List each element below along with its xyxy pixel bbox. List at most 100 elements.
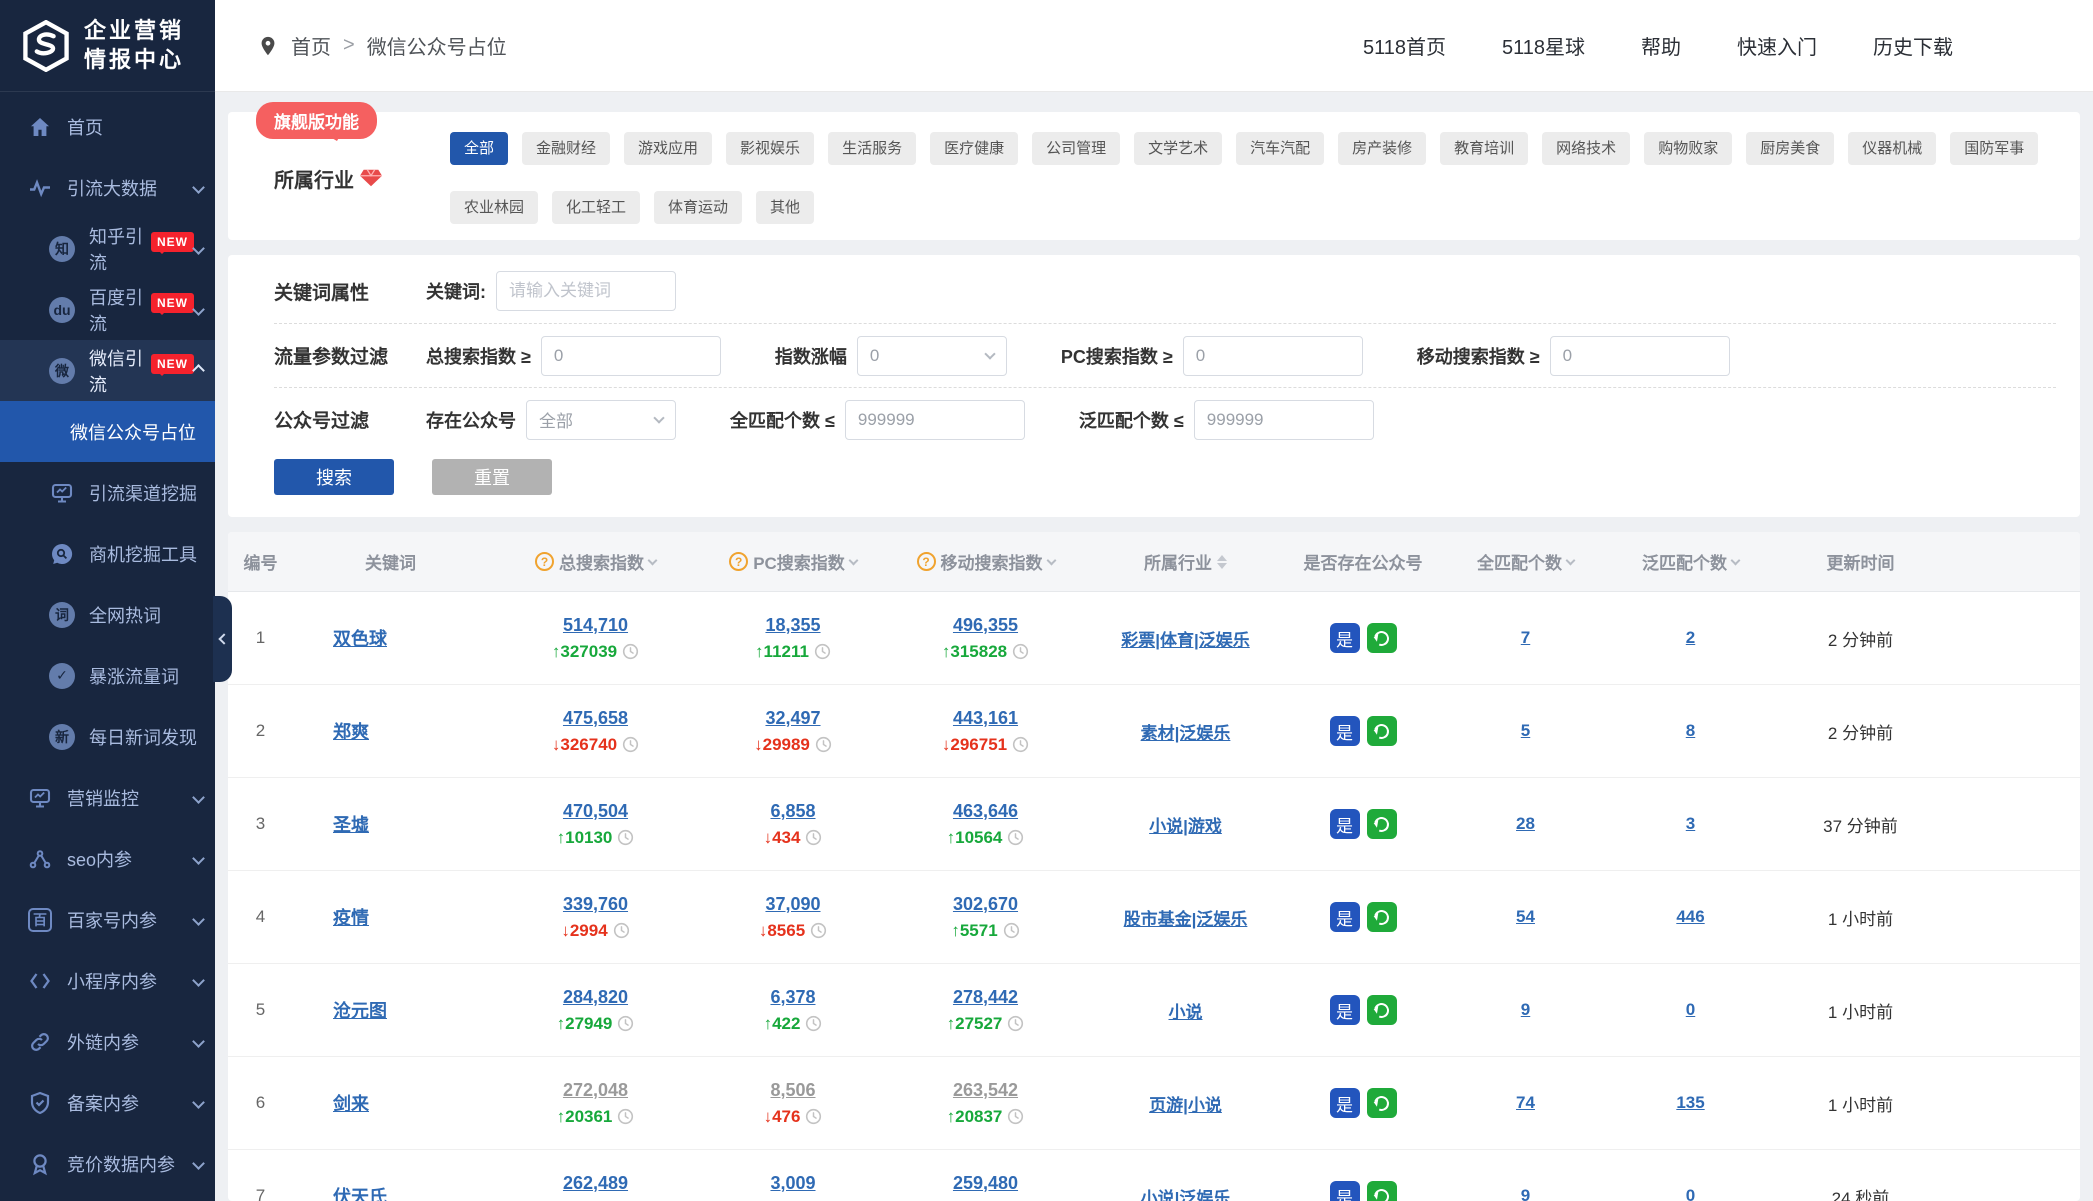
industry-tag-7[interactable]: 文学艺术 [1134,132,1222,165]
topnav-link-history-download[interactable]: 历史下载 [1873,31,1953,60]
pc-search-index-link[interactable]: 18,355 [765,615,820,636]
pc-search-index-link[interactable]: 6,858 [770,801,815,822]
industry-tag-8[interactable]: 汽车汽配 [1236,132,1324,165]
sidebar-item-zhihu-traffic[interactable]: 知知乎引流NEW [0,218,215,279]
industry-tag-2[interactable]: 游戏应用 [624,132,712,165]
keyword-link[interactable]: 疫情 [333,904,369,930]
keyword-link[interactable]: 圣墟 [333,811,369,837]
full-match-count-link[interactable]: 9 [1521,1000,1530,1020]
sidebar-item-wechat-traffic[interactable]: 微微信引流NEW [0,340,215,401]
sidebar-item-business-mining-tools[interactable]: 商机挖掘工具 [0,523,215,584]
column-header-5[interactable]: 所属行业 [1088,549,1283,574]
breadcrumb-home-link[interactable]: 首页 [291,31,331,60]
industry-tag-0[interactable]: 全部 [450,132,508,165]
fuzzy-match-count-link[interactable]: 3 [1686,814,1695,834]
total-search-index-link[interactable]: 470,504 [563,801,628,822]
industry-tag-6[interactable]: 公司管理 [1032,132,1120,165]
total-search-index-link[interactable]: 514,710 [563,615,628,636]
full-match-count-link[interactable]: 28 [1516,814,1535,834]
sidebar-collapse-button[interactable] [213,596,232,682]
pc-search-index-link[interactable]: 37,090 [765,894,820,915]
total-search-index-link[interactable]: 475,658 [563,708,628,729]
refresh-button[interactable] [1367,716,1397,746]
industry-tag-5[interactable]: 医疗健康 [930,132,1018,165]
industry-tag-15[interactable]: 国防军事 [1950,132,2038,165]
sidebar-item-traffic-channel-mining[interactable]: 引流渠道挖掘 [0,462,215,523]
industry-link[interactable]: 彩票|体育|泛娱乐 [1121,626,1250,651]
sidebar-item-whole-web-hot-words[interactable]: 词全网热词 [0,584,215,645]
refresh-button[interactable] [1367,1181,1397,1201]
industry-tag-12[interactable]: 购物败家 [1644,132,1732,165]
reset-button[interactable]: 重置 [432,459,552,495]
index-growth-select[interactable]: 0 [857,336,1007,376]
brand-logo[interactable]: 企业营销情报中心 [0,0,215,92]
industry-tag-17[interactable]: 化工轻工 [552,191,640,224]
fuzzy-match-count-link[interactable]: 2 [1686,628,1695,648]
keyword-input[interactable] [496,271,676,311]
mobile-search-index-min-input[interactable] [1550,336,1730,376]
industry-tag-13[interactable]: 厨房美食 [1746,132,1834,165]
official-account-exists-select[interactable]: 全部 [526,400,676,440]
mobile-search-index-link[interactable]: 263,542 [953,1080,1018,1101]
mobile-search-index-link[interactable]: 463,646 [953,801,1018,822]
total-search-index-link[interactable]: 262,489 [563,1173,628,1194]
sidebar-item-seo-insider[interactable]: seo内参 [0,828,215,889]
industry-tag-3[interactable]: 影视娱乐 [726,132,814,165]
keyword-link[interactable]: 郑爽 [333,718,369,744]
help-icon[interactable]: ? [535,552,554,571]
mobile-search-index-link[interactable]: 443,161 [953,708,1018,729]
column-header-6[interactable]: 是否存在公众号 [1283,549,1443,574]
refresh-button[interactable] [1367,623,1397,653]
industry-tag-9[interactable]: 房产装修 [1338,132,1426,165]
column-header-3[interactable]: ?PC搜索指数 [703,549,883,574]
sidebar-item-baidu-traffic[interactable]: du百度引流NEW [0,279,215,340]
full-match-count-link[interactable]: 9 [1521,1186,1530,1201]
industry-tag-10[interactable]: 教育培训 [1440,132,1528,165]
industry-link[interactable]: 小说|泛娱乐 [1141,1184,1231,1201]
fuzzy-match-count-link[interactable]: 0 [1686,1000,1695,1020]
column-header-9[interactable]: 更新时间 [1773,549,1948,574]
full-match-count-link[interactable]: 54 [1516,907,1535,927]
industry-link[interactable]: 素材|泛娱乐 [1141,719,1231,744]
refresh-button[interactable] [1367,995,1397,1025]
industry-tag-18[interactable]: 体育运动 [654,191,742,224]
keyword-link[interactable]: 沧元图 [333,997,387,1023]
industry-tag-19[interactable]: 其他 [756,191,814,224]
fuzzy-match-count-link[interactable]: 0 [1686,1186,1695,1201]
total-search-index-link[interactable]: 272,048 [563,1080,628,1101]
total-search-index-min-input[interactable] [541,336,721,376]
keyword-link[interactable]: 双色球 [333,625,387,651]
industry-link[interactable]: 股市基金|泛娱乐 [1124,905,1248,930]
fuzzy-match-count-link[interactable]: 8 [1686,721,1695,741]
pc-search-index-min-input[interactable] [1183,336,1363,376]
column-header-1[interactable]: 关键词 [293,549,488,574]
pc-search-index-link[interactable]: 6,378 [770,987,815,1008]
pc-search-index-link[interactable]: 8,506 [770,1080,815,1101]
total-search-index-link[interactable]: 339,760 [563,894,628,915]
full-match-count-link[interactable]: 5 [1521,721,1530,741]
refresh-button[interactable] [1367,1088,1397,1118]
topnav-link-5118-home[interactable]: 5118首页 [1363,31,1446,60]
pc-search-index-link[interactable]: 3,009 [770,1173,815,1194]
column-header-8[interactable]: 泛匹配个数 [1608,549,1773,574]
sidebar-item-backlink-insider[interactable]: 外链内参 [0,1011,215,1072]
total-search-index-link[interactable]: 284,820 [563,987,628,1008]
sidebar-item-marketing-monitor[interactable]: 营销监控 [0,767,215,828]
mobile-search-index-link[interactable]: 278,442 [953,987,1018,1008]
industry-tag-11[interactable]: 网络技术 [1542,132,1630,165]
topnav-link-quick-start[interactable]: 快速入门 [1737,31,1817,60]
column-header-0[interactable]: 编号 [228,549,293,574]
mobile-search-index-link[interactable]: 259,480 [953,1173,1018,1194]
sidebar-item-icp-insider[interactable]: 备案内参 [0,1072,215,1133]
fuzzy-match-count-max-input[interactable] [1194,400,1374,440]
help-icon[interactable]: ? [917,552,936,571]
industry-tag-16[interactable]: 农业林园 [450,191,538,224]
column-header-4[interactable]: ?移动搜索指数 [883,549,1088,574]
column-header-2[interactable]: ?总搜索指数 [488,549,703,574]
industry-link[interactable]: 页游|小说 [1149,1091,1222,1116]
sidebar-item-surging-traffic-words[interactable]: ✓暴涨流量词 [0,645,215,706]
mobile-search-index-link[interactable]: 302,670 [953,894,1018,915]
industry-tag-1[interactable]: 金融财经 [522,132,610,165]
sidebar-item-bidding-insider[interactable]: 竞价数据内参 [0,1133,215,1194]
sidebar-item-traffic-bigdata[interactable]: 引流大数据 [0,157,215,218]
